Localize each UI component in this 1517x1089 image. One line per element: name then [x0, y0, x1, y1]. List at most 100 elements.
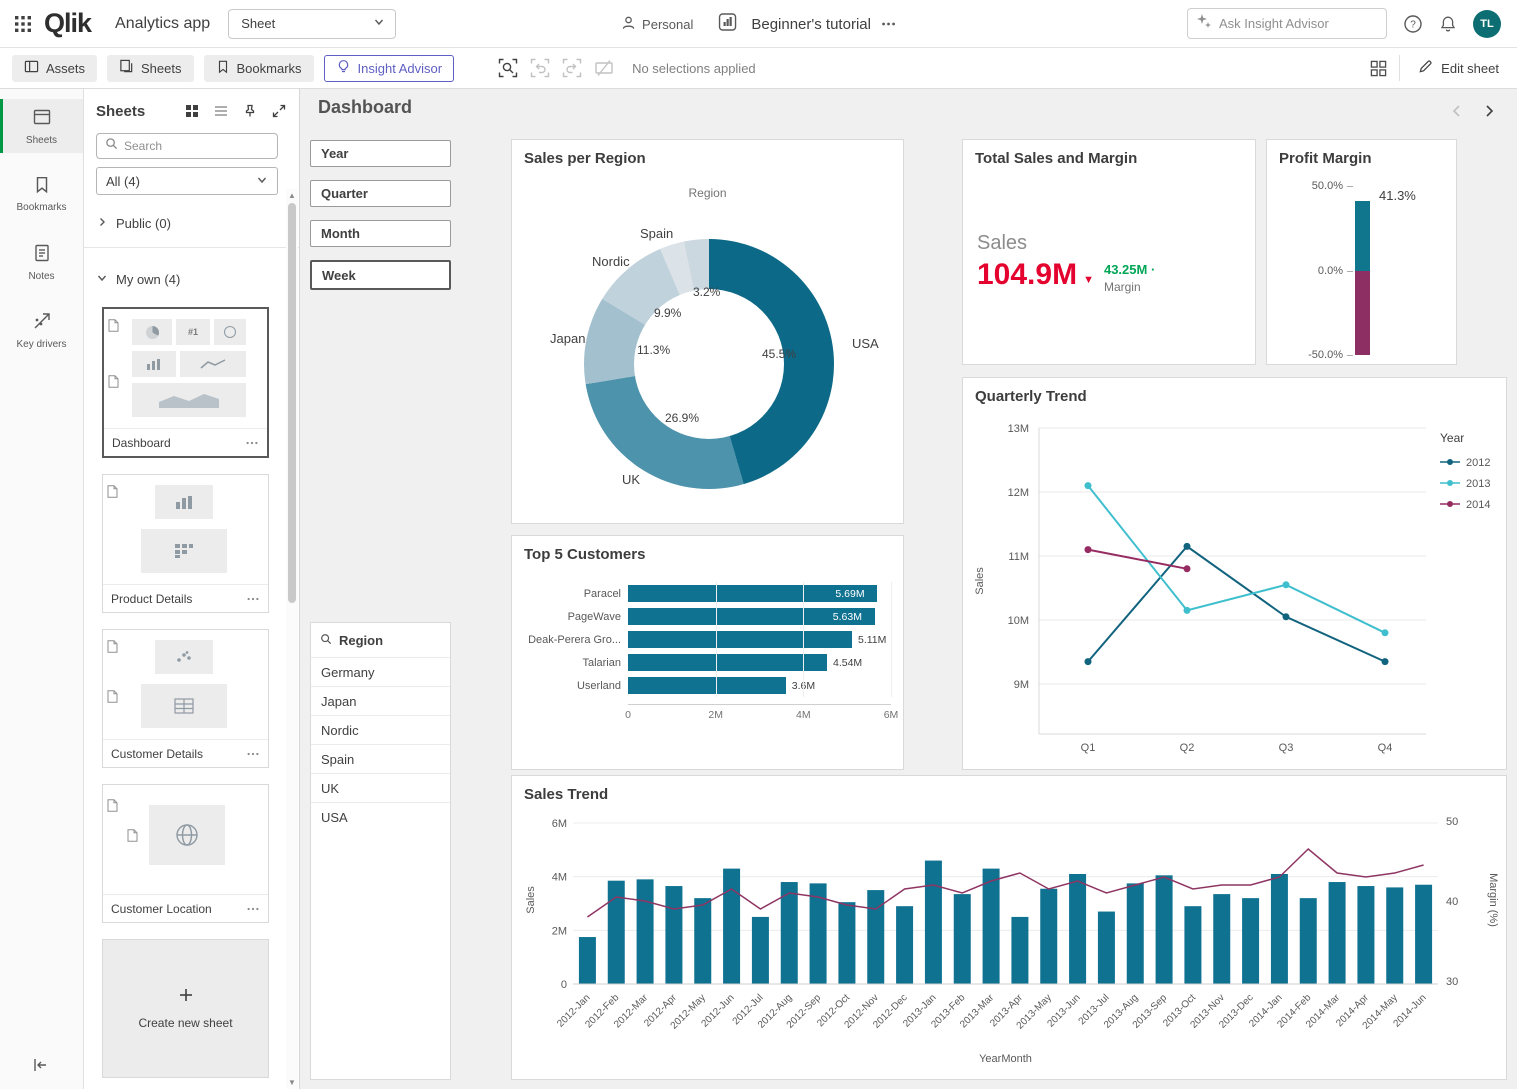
sales-bar[interactable]	[1300, 898, 1317, 984]
sales-bar[interactable]	[1184, 906, 1201, 984]
region-value-nordic[interactable]: Nordic	[311, 715, 450, 744]
pin-panel-icon[interactable]	[240, 101, 260, 121]
rail-item-notes[interactable]: Notes	[0, 235, 83, 289]
sales-bar[interactable]	[1011, 917, 1028, 984]
sales-bar[interactable]	[1271, 874, 1288, 984]
search-selections-icon[interactable]	[498, 58, 518, 78]
assets-button[interactable]: Assets	[12, 55, 97, 82]
data-point[interactable]	[1184, 607, 1191, 614]
sheet-more-options-icon[interactable]	[246, 902, 260, 916]
scrollbar-thumb[interactable]	[288, 203, 296, 603]
data-point[interactable]	[1283, 613, 1290, 620]
filter-button-month[interactable]: Month	[310, 220, 451, 247]
sales-bar[interactable]	[1213, 894, 1230, 984]
region-value-uk[interactable]: UK	[311, 773, 450, 802]
sales-bar[interactable]	[1098, 912, 1115, 984]
filter-button-year[interactable]: Year	[310, 140, 451, 167]
notifications-bell-icon[interactable]	[1439, 15, 1457, 33]
data-point[interactable]	[1184, 565, 1191, 572]
region-listbox-header[interactable]: Region	[311, 623, 450, 657]
filter-button-quarter[interactable]: Quarter	[310, 180, 451, 207]
next-sheet-icon[interactable]	[1481, 103, 1497, 119]
grid-view-icon[interactable]	[182, 101, 202, 121]
region-value-germany[interactable]: Germany	[311, 657, 450, 686]
data-point[interactable]	[1382, 658, 1389, 665]
sales-bar[interactable]	[925, 861, 942, 984]
top5-bar-deak-perera-gro-[interactable]	[628, 631, 852, 648]
sales-bar[interactable]	[608, 881, 625, 984]
section-public[interactable]: Public (0)	[96, 211, 171, 235]
sheet-more-options-icon[interactable]	[246, 592, 260, 606]
sales-bar[interactable]	[1069, 874, 1086, 984]
sales-bar[interactable]	[665, 886, 682, 984]
top5-bar-userland[interactable]	[628, 677, 786, 694]
sales-bar[interactable]	[838, 902, 855, 984]
sales-bar[interactable]	[1386, 887, 1403, 984]
sales-bar[interactable]	[781, 882, 798, 984]
gauge-positive-bar[interactable]	[1355, 201, 1370, 271]
sheet-layout-grid-icon[interactable]	[1370, 60, 1387, 77]
previous-sheet-icon[interactable]	[1449, 103, 1465, 119]
donut-ring[interactable]	[584, 239, 834, 489]
region-value-spain[interactable]: Spain	[311, 744, 450, 773]
sales-bar[interactable]	[1040, 889, 1057, 984]
data-point[interactable]	[1184, 543, 1191, 550]
insight-advisor-input[interactable]	[1219, 16, 1378, 31]
data-point[interactable]	[1085, 482, 1092, 489]
data-point[interactable]	[1085, 546, 1092, 553]
rail-item-sheets[interactable]: Sheets	[0, 99, 83, 153]
space-indicator[interactable]: Personal	[620, 15, 693, 34]
sheet-navigation-dropdown[interactable]: Sheet	[228, 9, 396, 39]
rail-item-bookmarks[interactable]: Bookmarks	[0, 167, 83, 221]
list-view-icon[interactable]	[211, 101, 231, 121]
filter-button-week[interactable]: Week	[310, 260, 451, 290]
gauge-negative-bar[interactable]	[1355, 271, 1370, 355]
data-point[interactable]	[1283, 581, 1290, 588]
expand-panel-icon[interactable]	[269, 101, 289, 121]
scroll-up-icon[interactable]: ▲	[286, 191, 298, 200]
collapse-rail-icon[interactable]	[32, 1057, 48, 1073]
quarterly-plot[interactable]: 13M12M11M10M9MQ1Q2Q3Q4SalesYear201220132…	[963, 378, 1506, 769]
more-options-icon[interactable]	[881, 16, 897, 32]
sales-bar[interactable]	[896, 906, 913, 984]
sales-bar[interactable]	[1329, 882, 1346, 984]
sales-bar[interactable]	[694, 898, 711, 984]
insight-advisor-search[interactable]	[1187, 8, 1387, 39]
section-my-own[interactable]: My own (4)	[96, 267, 180, 291]
margin-line[interactable]	[587, 849, 1423, 917]
series-line-2012[interactable]	[1088, 546, 1385, 661]
sheets-search-input[interactable]	[124, 139, 269, 153]
sheet-card-product-details[interactable]: Product Details	[102, 474, 269, 613]
sales-bar[interactable]	[983, 869, 1000, 984]
clear-selections-icon[interactable]	[594, 58, 614, 78]
sheets-search[interactable]	[96, 133, 278, 159]
sales-bar[interactable]	[752, 917, 769, 984]
sales-bar[interactable]	[579, 937, 596, 984]
top5-bar-talarian[interactable]	[628, 654, 827, 671]
create-new-sheet-button[interactable]: Create new sheet	[102, 939, 269, 1078]
step-back-selection-icon[interactable]	[530, 58, 550, 78]
scroll-down-icon[interactable]: ▼	[286, 1078, 298, 1087]
rail-item-key-drivers[interactable]: Key drivers	[0, 303, 83, 357]
data-point[interactable]	[1085, 658, 1092, 665]
sales-bar[interactable]	[1127, 883, 1144, 984]
sheets-filter-dropdown[interactable]: All (4)	[96, 167, 278, 195]
salestrend-plot[interactable]: 6M4M2M05040302012-Jan2012-Feb2012-Mar201…	[512, 776, 1506, 1079]
sheet-card-customer-location[interactable]: Customer Location	[102, 784, 269, 923]
help-icon[interactable]: ?	[1403, 14, 1423, 34]
region-value-japan[interactable]: Japan	[311, 686, 450, 715]
sales-bar[interactable]	[637, 879, 654, 984]
region-value-usa[interactable]: USA	[311, 802, 450, 831]
app-switcher-icon[interactable]	[14, 15, 32, 33]
panel-scrollbar[interactable]: ▲ ▼	[286, 189, 298, 1089]
sales-bar[interactable]	[1242, 898, 1259, 984]
sales-bar[interactable]	[954, 894, 971, 984]
sales-bar[interactable]	[1415, 885, 1432, 984]
edit-sheet-button[interactable]: Edit sheet	[1412, 48, 1517, 88]
step-forward-selection-icon[interactable]	[562, 58, 582, 78]
sheet-more-options-icon[interactable]	[245, 436, 259, 450]
series-line-2014[interactable]	[1088, 550, 1187, 569]
sheet-card-dashboard[interactable]: #1 Dashboard	[102, 307, 269, 458]
avatar[interactable]: TL	[1473, 10, 1501, 38]
sales-bar[interactable]	[723, 869, 740, 984]
